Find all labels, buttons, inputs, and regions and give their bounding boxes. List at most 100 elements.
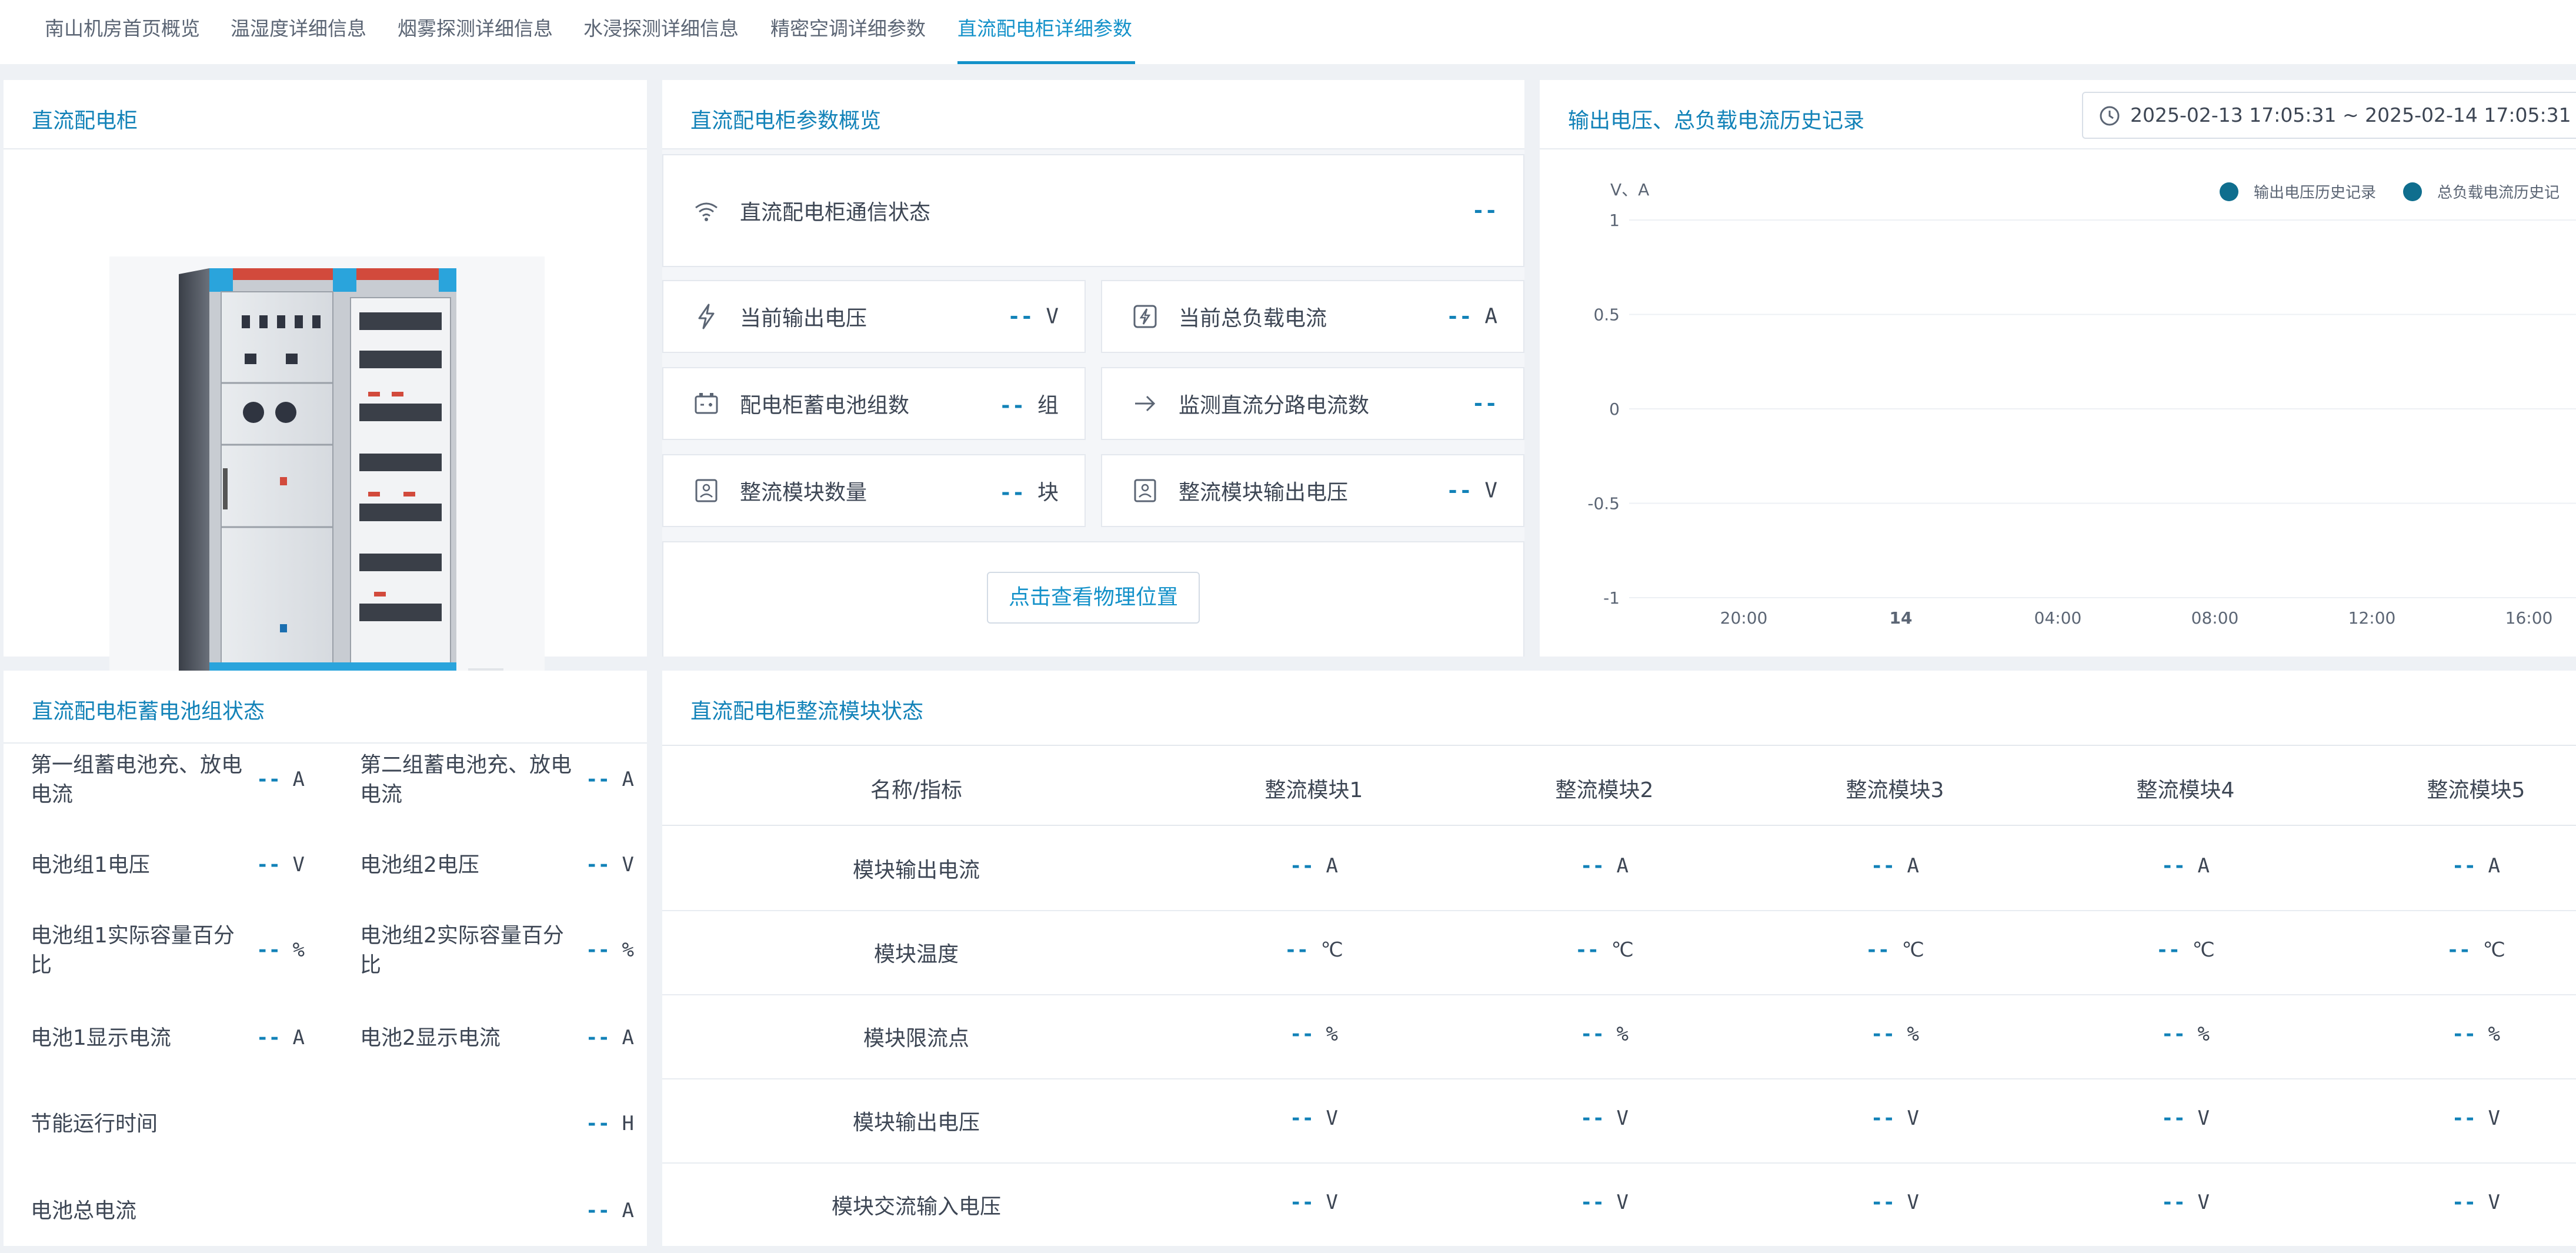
battery1-charge-current-value: -- A bbox=[256, 768, 305, 791]
rectifier-count-label: 整流模块数量 bbox=[740, 481, 867, 505]
energy-saving-time-label: 节能运行时间 bbox=[31, 1112, 158, 1136]
table-cell-module1: -- V bbox=[1290, 1107, 1338, 1130]
battery-groups-card: 配电柜蓄电池组数 -- 组 bbox=[662, 367, 1086, 440]
clock-icon bbox=[2100, 106, 2120, 126]
panel-title: 直流配电柜蓄电池组状态 bbox=[32, 699, 265, 724]
table-cell-module5: -- V bbox=[2452, 1191, 2500, 1214]
column-header-module4: 整流模块4 bbox=[2136, 778, 2235, 802]
table-cell-module3: -- V bbox=[1871, 1191, 1919, 1214]
column-header-name: 名称/指标 bbox=[870, 778, 963, 802]
table-cell-module4: -- % bbox=[2161, 1022, 2210, 1046]
table-cell-module4: -- V bbox=[2161, 1191, 2210, 1214]
tab-temperature-humidity[interactable]: 温湿度详细信息 bbox=[231, 14, 366, 44]
battery2-capacity-value: -- % bbox=[586, 938, 634, 962]
table-cell-module1: -- ℃ bbox=[1284, 938, 1343, 962]
battery1-display-current-value: -- A bbox=[256, 1026, 305, 1049]
column-header-module1: 整流模块1 bbox=[1264, 778, 1363, 802]
battery-total-current-value: -- A bbox=[586, 1199, 634, 1222]
view-location-button[interactable]: 点击查看物理位置 bbox=[987, 572, 1200, 624]
rectifier-output-voltage-card: 整流模块输出电压 -- V bbox=[1101, 454, 1524, 527]
table-cell-module3: -- ℃ bbox=[1866, 938, 1924, 962]
dc-branch-count-label: 监测直流分路电流数 bbox=[1179, 394, 1370, 418]
table-row-name: 模块输出电流 bbox=[852, 858, 980, 882]
module-icon bbox=[695, 479, 718, 502]
table-cell-module3: -- A bbox=[1871, 854, 1919, 878]
table-cell-module4: -- ℃ bbox=[2156, 938, 2215, 962]
battery1-voltage-value: -- V bbox=[256, 853, 305, 877]
panel-title: 直流配电柜参数概览 bbox=[690, 109, 882, 133]
total-load-current-card: 当前总负载电流 -- A bbox=[1101, 280, 1524, 353]
history-panel: 输出电压、总负载电流历史记录 bbox=[1540, 80, 2576, 657]
output-voltage-label: 当前输出电压 bbox=[740, 306, 867, 331]
battery-groups-value: -- 组 bbox=[999, 394, 1059, 418]
table-row-divider bbox=[662, 994, 2576, 995]
column-header-module3: 整流模块3 bbox=[1846, 778, 1944, 802]
comm-status-value: -- bbox=[1471, 198, 1497, 223]
cabinet-image-panel: 直流配电柜 bbox=[4, 80, 647, 709]
battery1-capacity-value: -- % bbox=[256, 938, 305, 962]
rectifier-output-voltage-value: -- V bbox=[1446, 478, 1497, 503]
rectifier-output-voltage-label: 整流模块输出电压 bbox=[1179, 481, 1349, 505]
module-icon bbox=[1134, 479, 1156, 502]
table-row-divider bbox=[662, 910, 2576, 911]
energy-saving-time-value: -- H bbox=[586, 1112, 634, 1135]
active-tab-indicator bbox=[957, 61, 1135, 64]
table-cell-module2: -- V bbox=[1580, 1107, 1629, 1130]
table-row-name: 模块交流输入电压 bbox=[831, 1195, 1002, 1219]
tab-nanshan-overview[interactable]: 南山机房首页概览 bbox=[45, 14, 200, 44]
battery2-charge-current-value: -- A bbox=[586, 768, 634, 791]
tab-dc-cabinet[interactable]: 直流配电柜详细参数 bbox=[957, 14, 1132, 44]
column-header-module2: 整流模块2 bbox=[1555, 778, 1654, 802]
battery2-charge-current-label: 第二组蓄电池充、放电电流 bbox=[360, 753, 572, 807]
table-cell-module4: -- A bbox=[2161, 854, 2210, 878]
battery-total-current-label: 电池总电流 bbox=[31, 1199, 137, 1223]
wifi-icon bbox=[695, 202, 718, 221]
table-row-name: 模块输出电压 bbox=[852, 1111, 980, 1135]
total-load-current-label: 当前总负载电流 bbox=[1179, 306, 1327, 331]
table-row-divider bbox=[662, 1078, 2576, 1079]
dc-cabinet-image bbox=[109, 256, 545, 709]
column-header-module5: 整流模块5 bbox=[2427, 778, 2525, 802]
table-cell-module2: -- V bbox=[1580, 1191, 1629, 1214]
table-row-name: 模块温度 bbox=[873, 942, 959, 967]
rectifier-count-value: -- 块 bbox=[999, 481, 1059, 505]
battery1-charge-current-label: 第一组蓄电池充、放电电流 bbox=[31, 753, 243, 807]
table-cell-module1: -- V bbox=[1290, 1191, 1338, 1214]
table-cell-module2: -- ℃ bbox=[1575, 938, 1634, 962]
current-box-icon bbox=[1133, 305, 1157, 328]
battery2-capacity-label: 电池组2实际容量百分比 bbox=[360, 924, 564, 977]
battery-icon bbox=[695, 393, 718, 414]
table-row-divider bbox=[662, 1162, 2576, 1164]
panel-title: 直流配电柜整流模块状态 bbox=[690, 699, 924, 724]
battery2-display-current-value: -- A bbox=[586, 1026, 634, 1049]
dc-branch-count-value: -- bbox=[1471, 391, 1497, 416]
table-cell-module1: -- % bbox=[1290, 1022, 1338, 1046]
battery1-display-current-label: 电池1显示电流 bbox=[31, 1026, 171, 1050]
dc-branch-count-card: 监测直流分路电流数 -- bbox=[1101, 367, 1524, 440]
battery2-voltage-label: 电池组2电压 bbox=[360, 853, 479, 877]
battery1-voltage-label: 电池组1电压 bbox=[31, 853, 150, 877]
output-voltage-value: -- V bbox=[1007, 304, 1059, 329]
total-load-current-value: -- A bbox=[1446, 304, 1497, 329]
tab-smoke-detection[interactable]: 烟雾探测详细信息 bbox=[398, 14, 553, 44]
arrow-right-icon bbox=[1135, 395, 1156, 412]
table-cell-module1: -- A bbox=[1290, 854, 1338, 878]
comm-status-label: 直流配电柜通信状态 bbox=[740, 201, 931, 225]
tab-water-detection[interactable]: 水浸探测详细信息 bbox=[583, 14, 739, 44]
table-cell-module2: -- % bbox=[1580, 1022, 1629, 1046]
table-cell-module4: -- V bbox=[2161, 1107, 2210, 1130]
table-cell-module3: -- V bbox=[1871, 1107, 1919, 1130]
table-cell-module5: -- A bbox=[2452, 854, 2500, 878]
comm-status-card: 直流配电柜通信状态 -- bbox=[662, 154, 1524, 267]
table-cell-module5: -- % bbox=[2452, 1022, 2500, 1046]
date-range-text: 2025-02-13 17:05:31 ~ 2025-02-14 17:05:3… bbox=[2130, 104, 2571, 126]
tab-bar: 南山机房首页概览 温湿度详细信息 烟雾探测详细信息 水浸探测详细信息 精密空调详… bbox=[0, 0, 2576, 64]
rectifier-table-header: 名称/指标 整流模块1 整流模块2 整流模块3 整流模块4 整流模块5 bbox=[662, 745, 2576, 826]
date-range-picker[interactable]: 2025-02-13 17:05:31 ~ 2025-02-14 17:05:3… bbox=[2082, 92, 2576, 139]
tab-precision-ac[interactable]: 精密空调详细参数 bbox=[770, 14, 926, 44]
table-row-name: 模块限流点 bbox=[863, 1027, 970, 1051]
battery1-capacity-label: 电池组1实际容量百分比 bbox=[31, 924, 235, 977]
output-voltage-card: 当前输出电压 -- V bbox=[662, 280, 1086, 353]
table-cell-module5: -- V bbox=[2452, 1107, 2500, 1130]
battery2-voltage-value: -- V bbox=[586, 853, 634, 877]
